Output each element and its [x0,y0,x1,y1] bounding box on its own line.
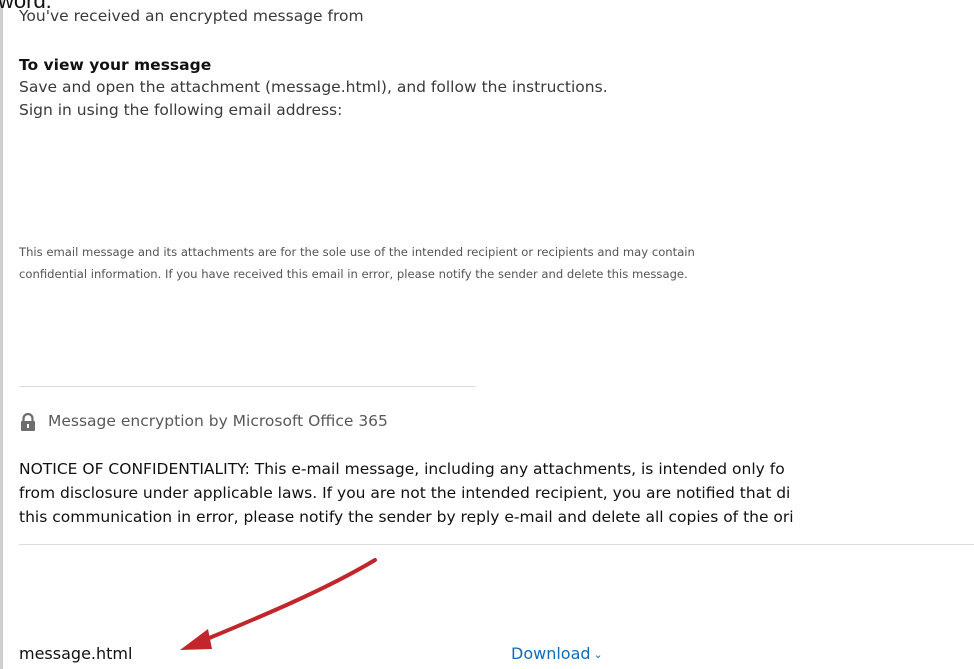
disclaimer-text: This email message and its attachments a… [19,245,695,259]
download-label: Download [511,644,591,663]
attachment-divider [19,544,974,545]
download-button[interactable]: Download ⌄ [511,644,603,663]
encryption-label: Message encryption by Microsoft Office 3… [48,412,388,430]
sign-in-instruction: Sign in using the following email addres… [19,101,343,119]
intro-text: You've received an encrypted message fro… [19,7,364,25]
confidentiality-notice-3: this communication in error, please noti… [19,508,794,526]
confidentiality-notice-2: from disclosure under applicable laws. I… [19,484,791,502]
instruction-text: Save and open the attachment (message.ht… [19,78,608,96]
disclaimer-text-2: confidential information. If you have re… [19,267,688,281]
frame-border [0,0,3,669]
chevron-down-icon: ⌄ [593,648,603,661]
email-reading-pane: word. You've received an encrypted messa… [0,0,974,669]
lock-icon [21,413,35,431]
divider [19,386,475,387]
attachment-name[interactable]: message.html [19,644,132,663]
view-message-title: To view your message [19,56,212,74]
annotation-arrow [180,558,377,650]
confidentiality-notice: NOTICE OF CONFIDENTIALITY: This e-mail m… [19,460,785,478]
